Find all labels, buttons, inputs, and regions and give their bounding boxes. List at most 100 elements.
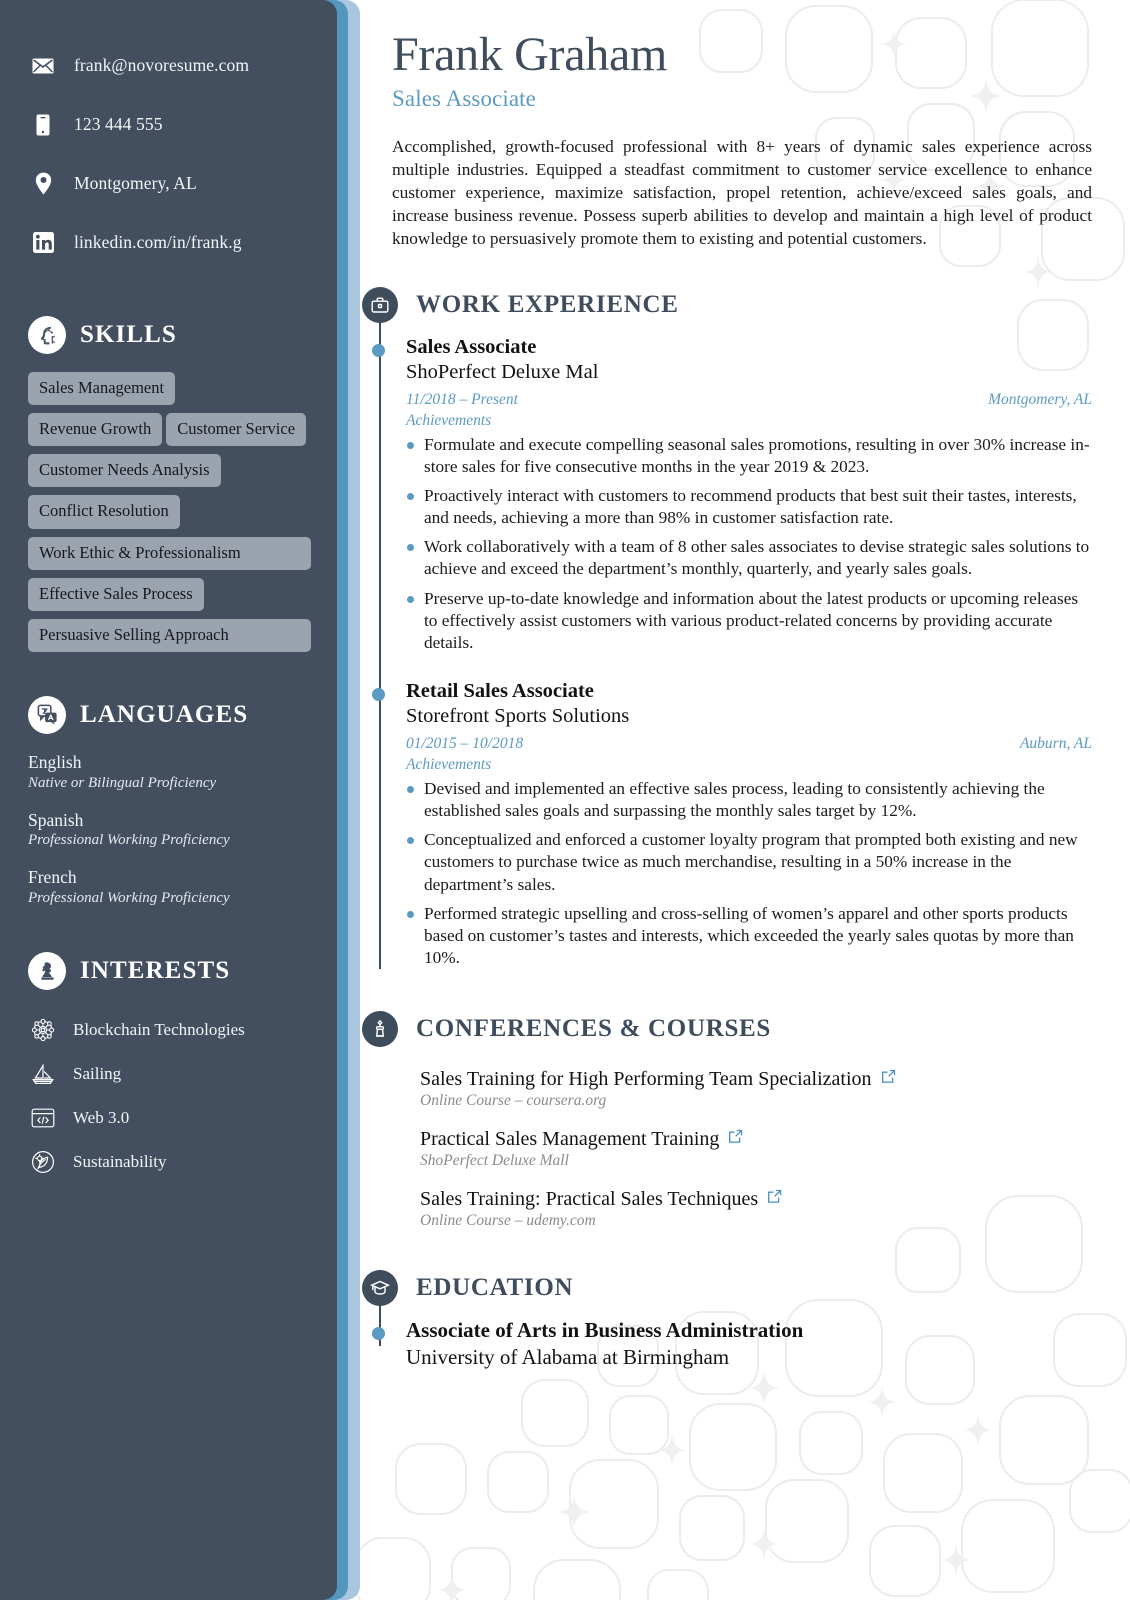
language-level: Professional Working Proficiency (28, 890, 230, 906)
course-item: Practical Sales Management Training ShoP… (420, 1127, 1092, 1170)
language-level: Professional Working Proficiency (28, 832, 230, 849)
external-link-icon[interactable] (881, 1069, 896, 1089)
work-bullet: Work collaboratively with a team of 8 ot… (406, 536, 1092, 580)
sustainability-icon (28, 1150, 58, 1174)
language-name: French (28, 867, 77, 888)
skill-chip[interactable]: Sales Management (28, 372, 176, 406)
location-pin-icon (28, 172, 58, 195)
graduation-cap-icon (362, 1270, 398, 1307)
external-link-icon[interactable] (728, 1129, 743, 1149)
work-entry: Retail Sales Associate Storefront Sports… (372, 661, 1092, 969)
timeline-dot (372, 687, 385, 701)
language-item: French Professional Working Proficiency (28, 867, 311, 908)
interest-label: Blockchain Technologies (73, 1019, 245, 1039)
job-title-subtitle: Sales Associate (392, 86, 536, 112)
course-name: Sales Training: Practical Sales Techniqu… (420, 1188, 759, 1211)
translate-icon (28, 695, 66, 734)
work-bullet: Performed strategic upselling and cross-… (406, 903, 1092, 969)
contact-phone-text: 123 444 555 (74, 114, 163, 134)
phone-icon (28, 114, 58, 136)
skills-chip-list: Sales Management Revenue Growth Customer… (28, 372, 311, 652)
skill-chip[interactable]: Work Ethic & Professionalism (28, 536, 311, 570)
achievements-label: Achievements (406, 756, 492, 774)
contact-row-location[interactable]: Montgomery, AL (28, 154, 311, 213)
languages-list: English Native or Bilingual Proficiency … (28, 752, 311, 908)
contact-row-linkedin[interactable]: linkedin.com/in/frank.g (28, 213, 311, 272)
work-date-range: 01/2015 – 10/2018 (406, 735, 524, 753)
sidebar: frank@novoresume.com 123 444 555 Montgom… (0, 0, 360, 1600)
course-provider: Online Course – udemy.com (420, 1212, 596, 1230)
work-entry: Sales Associate ShoPerfect Deluxe Mal 11… (372, 323, 1092, 654)
section-work-experience: WORK EXPERIENCE Sales Associate ShoPerfe… (362, 286, 1092, 970)
skill-chip[interactable]: Customer Needs Analysis (28, 454, 221, 488)
course-provider: Online Course – coursera.org (420, 1092, 607, 1110)
skill-chip[interactable]: Customer Service (166, 413, 307, 447)
interest-item: Sustainability (28, 1140, 311, 1184)
chess-piece-icon (28, 951, 66, 990)
main-content: Frank Graham Sales Associate Accomplishe… (362, 0, 1092, 1377)
skill-chip[interactable]: Persuasive Selling Approach (28, 618, 311, 652)
work-company: Storefront Sports Solutions (406, 705, 630, 728)
course-item: Sales Training for High Performing Team … (420, 1067, 1092, 1110)
award-trophy-icon (362, 1011, 398, 1048)
education-timeline: Associate of Arts in Business Administra… (362, 1300, 1092, 1376)
briefcase-icon (362, 286, 398, 323)
education-entry: Associate of Arts in Business Administra… (372, 1306, 1092, 1370)
section-header-conferences: CONFERENCES & COURSES (362, 1011, 1092, 1048)
sidebar-skills-heading: SKILLS (80, 321, 177, 348)
course-item: Sales Training: Practical Sales Techniqu… (420, 1187, 1092, 1230)
section-title-education: EDUCATION (416, 1274, 574, 1302)
language-item: English Native or Bilingual Proficiency (28, 752, 311, 793)
sidebar-interests-heading: INTERESTS (80, 956, 231, 984)
linkedin-icon (28, 232, 58, 253)
contact-row-phone[interactable]: 123 444 555 (28, 95, 311, 154)
skill-chip[interactable]: Conflict Resolution (28, 495, 180, 529)
interest-item: Blockchain Technologies (28, 1008, 311, 1052)
section-title-conferences: CONFERENCES & COURSES (416, 1015, 772, 1043)
work-bullet-list: Formulate and execute compelling seasona… (406, 434, 1092, 654)
external-link-icon[interactable] (767, 1189, 782, 1209)
work-location: Montgomery, AL (988, 390, 1092, 408)
sidebar-section-header-languages: LANGUAGES (28, 695, 311, 734)
timeline-dot (372, 1327, 385, 1341)
contact-location-text: Montgomery, AL (74, 173, 197, 193)
skills-brain-icon (28, 316, 66, 354)
work-date-range: 11/2018 – Present (406, 390, 518, 408)
work-meta: 01/2015 – 10/2018 Auburn, AL (406, 735, 1092, 753)
work-bullet: Preserve up-to-date knowledge and inform… (406, 588, 1092, 654)
blockchain-network-icon (28, 1018, 58, 1042)
work-bullet: Conceptualized and enforced a customer l… (406, 829, 1092, 895)
section-conferences-courses: CONFERENCES & COURSES Sales Training for… (362, 1011, 1092, 1230)
work-bullet: Devised and implemented an effective sal… (406, 778, 1092, 822)
resume-page: frank@novoresume.com 123 444 555 Montgom… (0, 0, 1130, 1600)
work-location: Auburn, AL (1019, 735, 1092, 753)
work-job-title: Sales Associate (406, 335, 537, 358)
sailboat-icon (28, 1063, 58, 1085)
language-level: Native or Bilingual Proficiency (28, 774, 217, 791)
work-bullet-list: Devised and implemented an effective sal… (406, 778, 1092, 969)
interests-list: Blockchain Technologies Sailing Web 3.0 (28, 1008, 311, 1184)
sidebar-section-header-interests: INTERESTS (28, 951, 311, 990)
timeline-line (379, 316, 381, 970)
work-bullet: Proactively interact with customers to r… (406, 485, 1092, 529)
interest-item: Sailing (28, 1052, 311, 1096)
language-name: English (28, 751, 82, 772)
page-title: Frank Graham (392, 28, 667, 81)
timeline-dot (372, 343, 385, 357)
interest-item: Web 3.0 (28, 1096, 311, 1140)
course-provider: ShoPerfect Deluxe Mall (420, 1152, 569, 1170)
section-title-work-experience: WORK EXPERIENCE (416, 290, 679, 318)
sidebar-section-header-skills: SKILLS (28, 316, 311, 354)
work-meta: 11/2018 – Present Montgomery, AL (406, 391, 1092, 409)
section-header-work-experience: WORK EXPERIENCE (362, 286, 1092, 323)
code-window-icon (28, 1108, 58, 1128)
skill-chip[interactable]: Revenue Growth (28, 413, 163, 447)
language-name: Spanish (28, 809, 84, 830)
skill-chip[interactable]: Effective Sales Process (28, 577, 204, 611)
contact-linkedin-text: linkedin.com/in/frank.g (74, 232, 242, 252)
contact-row-email[interactable]: frank@novoresume.com (28, 36, 311, 95)
work-bullet: Formulate and execute compelling seasona… (406, 434, 1092, 478)
section-education: EDUCATION Associate of Arts in Business … (362, 1270, 1092, 1376)
work-job-title: Retail Sales Associate (406, 679, 594, 702)
contact-email-text: frank@novoresume.com (74, 55, 250, 75)
